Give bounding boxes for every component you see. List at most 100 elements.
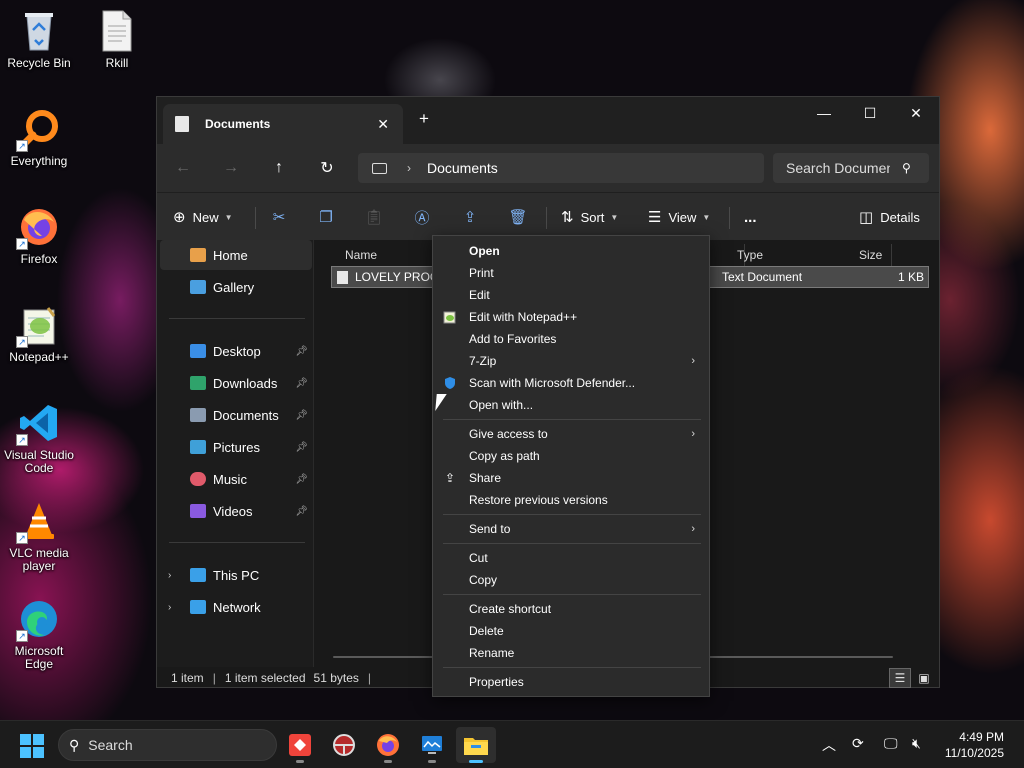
menu-item-edit-with-notepad-plus-plus[interactable]: Edit with Notepad++ [433,306,709,328]
menu-item-create-shortcut[interactable]: Create shortcut [433,598,709,620]
tiles-view-button[interactable]: ▣ [913,668,935,688]
breadcrumb[interactable]: › Documents [358,153,764,183]
sidebar-item-this-pc[interactable]: › This PC [160,560,312,590]
taskbar-app-monitor[interactable] [412,727,452,763]
document-icon [175,116,189,132]
view-label: View [668,209,697,225]
more-label: ... [744,208,757,226]
sidebar-item-pictures[interactable]: Pictures 📌︎ [160,432,312,462]
menu-item-7-zip[interactable]: 7-Zip › [433,350,709,372]
share-icon[interactable]: ⇪ [459,206,481,228]
forward-button[interactable]: → [213,152,249,184]
home-icon [190,248,206,262]
taskbar-app-steering[interactable] [324,727,364,763]
menu-item-print[interactable]: Print [433,262,709,284]
taskbar-app-firefox[interactable] [368,727,408,763]
sync-icon[interactable]: ⟳ [852,735,864,752]
menu-item-copy-as-path[interactable]: Copy as path [433,445,709,467]
menu-item-scan-with-defender[interactable]: Scan with Microsoft Defender... [433,372,709,394]
menu-item-copy[interactable]: Copy [433,569,709,591]
search-input[interactable]: Search Documents ⚲ [773,153,929,183]
delete-icon[interactable]: 🗑︎ [507,206,529,228]
menu-item-label: Properties [469,675,524,689]
address-bar: ← → ↑ ↻ › Documents Search Documents ⚲ [157,144,939,192]
sidebar-item-gallery[interactable]: Gallery [160,272,312,302]
menu-item-give-access-to[interactable]: Give access to › [433,423,709,445]
desktop-icon-everything[interactable]: ↗ Everything [3,106,75,168]
sidebar-item-videos[interactable]: Videos 📌︎ [160,496,312,526]
menu-item-rename[interactable]: Rename [433,642,709,664]
sidebar-item-network[interactable]: › Network [160,592,312,622]
sidebar-item-label: Network [213,599,261,615]
breadcrumb-documents[interactable]: Documents [427,160,498,176]
menu-item-label: Share [469,471,502,485]
paste-icon[interactable]: 📋︎ [363,206,385,228]
chevron-right-icon[interactable]: › [168,602,171,613]
menu-item-share[interactable]: ⇪ Share [433,467,709,489]
menu-item-open[interactable]: Open [433,240,709,262]
new-button[interactable]: ⊕ New ▼ [173,207,233,227]
title-bar[interactable]: Documents ✕ + — ☐ ✕ [157,97,939,144]
sidebar-item-downloads[interactable]: Downloads 📌︎ [160,368,312,398]
taskbar-app-anydesk[interactable] [280,727,320,763]
details-view-button[interactable]: ☰ [889,668,911,688]
sidebar-item-home[interactable]: Home [160,240,312,270]
speaker-muted-icon[interactable]: 🔇︎ [912,735,921,752]
menu-item-delete[interactable]: Delete [433,620,709,642]
show-hidden-icons-chevron-icon[interactable]: ︿ [822,735,836,755]
details-button[interactable]: ◫ Details [859,207,920,227]
sidebar-item-label: Downloads [213,375,278,391]
desktop-icon-label: Microsoft Edge [14,644,64,671]
notepad-plus-plus-icon: ↗ [16,302,62,348]
menu-item-edit[interactable]: Edit [433,284,709,306]
chevron-right-icon: › [691,428,695,440]
gallery-icon [190,280,206,294]
cut-icon[interactable]: ✂ [268,206,290,228]
menu-item-send-to[interactable]: Send to › [433,518,709,540]
clock[interactable]: 4:49 PM 11/10/2025 [945,729,1004,761]
pin-icon: 📌︎ [295,473,308,485]
menu-item-cut[interactable]: Cut [433,547,709,569]
menu-item-properties[interactable]: Properties [433,671,709,693]
start-button[interactable] [20,734,44,758]
chevron-down-icon: ▼ [610,212,619,222]
taskbar-search[interactable]: ⚲ Search [58,729,277,761]
taskbar: ⚲ Search ︿ ⟳ 🖵︎ 🔇︎ 4:49 PM 11/10/2025 [0,720,1024,768]
desktop-icon-rkill[interactable]: Rkill [81,8,153,70]
close-tab-icon[interactable]: ✕ [377,116,389,133]
menu-item-label: Edit [469,288,490,302]
up-button[interactable]: ↑ [261,152,297,184]
desktop-icon-edge[interactable]: ↗ Microsoft Edge [3,596,75,671]
desktop-icon-vscode[interactable]: ↗ Visual Studio Code [3,400,75,475]
back-button[interactable]: ← [165,152,201,184]
tab-documents[interactable]: Documents ✕ [163,104,403,144]
close-window-button[interactable]: ✕ [893,97,939,129]
shortcut-arrow-icon: ↗ [16,238,28,250]
documents-icon [190,408,206,422]
rename-icon[interactable]: Ⓐ [411,206,433,228]
desktop-icon-vlc[interactable]: ↗ VLC media player [3,498,75,573]
copy-icon[interactable]: ❐ [315,206,337,228]
sidebar-item-documents[interactable]: Documents 📌︎ [160,400,312,430]
more-options-button[interactable]: ... [744,207,757,227]
minimize-button[interactable]: — [801,97,847,129]
new-tab-button[interactable]: + [419,109,429,129]
clock-time: 4:49 PM [959,730,1004,744]
desktop-icon-recycle-bin[interactable]: Recycle Bin [3,8,75,70]
sidebar-item-music[interactable]: Music 📌︎ [160,464,312,494]
view-button[interactable]: ☰ View ▼ [648,207,710,227]
display-icon[interactable]: 🖵︎ [884,735,898,752]
desktop-icon-firefox[interactable]: ↗ Firefox [3,204,75,266]
maximize-button[interactable]: ☐ [847,97,893,129]
desktop-icon-notepad-plus-plus[interactable]: ↗ Notepad++ [3,302,75,364]
sidebar-item-desktop[interactable]: Desktop 📌︎ [160,336,312,366]
menu-item-restore-previous-versions[interactable]: Restore previous versions [433,489,709,511]
menu-item-add-to-favorites[interactable]: Add to Favorites [433,328,709,350]
refresh-button[interactable]: ↻ [309,152,345,184]
menu-item-open-with[interactable]: Open with... [433,394,709,416]
context-menu: Open Print Edit Edit with Notepad++ Add … [432,235,710,697]
chevron-right-icon[interactable]: › [168,570,171,581]
chevron-right-icon[interactable]: › [407,161,411,175]
sort-button[interactable]: ⇅ Sort ▼ [561,207,618,227]
taskbar-app-file-explorer[interactable] [456,727,496,763]
